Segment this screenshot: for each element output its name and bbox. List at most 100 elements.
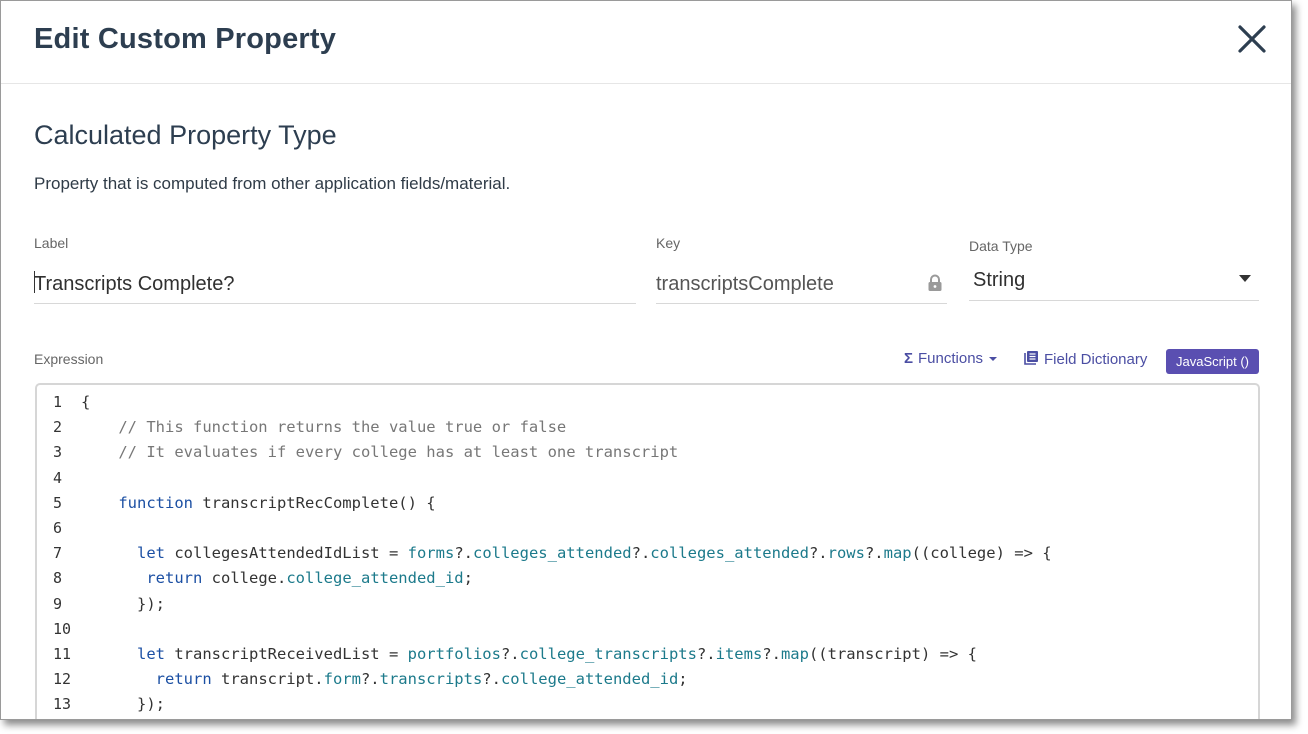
line-number: 5 <box>53 493 63 512</box>
code-token: return <box>81 670 212 689</box>
data-type-value: String <box>973 269 1026 291</box>
lock-icon <box>927 274 943 292</box>
code-token: portfolios <box>407 645 501 663</box>
code-text: return college.college_attended_id; <box>81 569 473 587</box>
code-text: // This function returns the value true … <box>81 418 566 436</box>
code-text: let collegesAttendedIdList = forms?.coll… <box>81 544 1052 562</box>
code-line: 10 <box>37 620 1258 645</box>
code-token: form <box>323 670 361 689</box>
code-token: college_attended_id <box>500 670 679 689</box>
javascript-language-button[interactable]: JavaScript () <box>1166 349 1259 374</box>
expression-label: Expression <box>34 351 104 367</box>
data-type-field-label: Data Type <box>969 238 1033 254</box>
code-token: colleges_attended <box>650 544 809 563</box>
code-token: // It evaluates if every college has at … <box>81 443 679 462</box>
code-line: 5 function transcriptRecComplete() { <box>37 494 1258 519</box>
code-text: }); <box>81 595 165 613</box>
code-token: ?. <box>500 645 520 663</box>
code-token: ?. <box>454 544 473 563</box>
code-token: college. <box>202 569 287 588</box>
code-line: 2 // This function returns the value tru… <box>37 418 1258 443</box>
code-line: 9 }); <box>37 595 1258 620</box>
field-dictionary-button[interactable]: Field Dictionary <box>1024 350 1147 369</box>
code-token: ((college) => { <box>911 544 1052 563</box>
line-number: 9 <box>53 594 63 613</box>
code-token: transcript. <box>211 670 324 689</box>
code-token: collegesAttendedIdList = <box>165 544 408 563</box>
code-line: 1{ <box>37 393 1258 418</box>
code-token: ((transcript) => { <box>808 645 977 663</box>
field-dictionary-label: Field Dictionary <box>1044 351 1148 368</box>
code-text: }); <box>81 695 165 713</box>
code-token: ; <box>463 569 473 588</box>
code-token: ?. <box>864 544 884 563</box>
key-input-value: transcriptsComplete <box>656 273 834 295</box>
code-token: ?. <box>696 645 716 663</box>
code-text: { <box>81 393 90 411</box>
code-token: college_attended_id <box>286 569 464 588</box>
code-text: let transcriptReceivedList = portfolios?… <box>81 645 977 663</box>
code-token: // This function returns the value true … <box>81 418 567 437</box>
code-token: ; <box>678 670 688 689</box>
line-number: 12 <box>53 670 72 689</box>
label-field-label: Label <box>34 235 69 251</box>
line-number: 8 <box>53 569 63 588</box>
sigma-icon: Σ <box>904 350 914 367</box>
line-number: 2 <box>53 418 63 437</box>
code-text: // It evaluates if every college has at … <box>81 443 678 461</box>
line-number: 1 <box>53 393 63 411</box>
code-text: return transcript.form?.transcripts?.col… <box>81 670 688 688</box>
key-field-label: Key <box>656 235 681 251</box>
caret-down-icon <box>988 350 998 367</box>
dialog-header: Edit Custom Property <box>1 1 1291 84</box>
code-token: forms <box>407 544 455 563</box>
code-token: ?. <box>631 544 651 563</box>
code-line: 6 <box>37 519 1258 544</box>
code-line: 4 <box>37 469 1258 494</box>
code-token: let <box>81 645 165 663</box>
code-token: colleges_attended <box>472 544 632 563</box>
key-input: transcriptsComplete <box>656 264 947 304</box>
code-token: map <box>780 645 809 663</box>
code-token: ?. <box>808 544 828 563</box>
code-token: ?. <box>482 670 501 689</box>
book-icon <box>1024 350 1039 369</box>
code-token: ?. <box>762 645 781 663</box>
code-line: 8 return college.college_attended_id; <box>37 569 1258 594</box>
code-line: 3 // It evaluates if every college has a… <box>37 443 1258 468</box>
dropdown-arrow-icon <box>1239 275 1251 282</box>
functions-menu[interactable]: Σ Functions <box>904 350 998 367</box>
code-token: transcripts <box>379 670 483 689</box>
code-token: transcriptRecComplete() { <box>192 493 436 512</box>
code-token: function <box>81 493 193 512</box>
code-token: let <box>81 544 165 563</box>
code-line: 7 let collegesAttendedIdList = forms?.co… <box>37 544 1258 569</box>
code-token: map <box>883 544 912 563</box>
data-type-select[interactable]: String <box>969 261 1259 301</box>
code-token: }); <box>81 695 165 714</box>
section-description: Property that is computed from other app… <box>34 174 511 193</box>
line-number: 4 <box>53 468 63 487</box>
code-token: return <box>81 569 203 588</box>
line-number: 11 <box>53 645 72 663</box>
code-token: }); <box>81 594 165 613</box>
code-line: 11 let transcriptReceivedList = portfoli… <box>37 645 1258 670</box>
code-line: 13 }); <box>37 695 1258 719</box>
line-number: 3 <box>53 443 63 462</box>
label-input[interactable]: Transcripts Complete? <box>34 264 636 304</box>
code-token: college_transcripts <box>519 645 697 663</box>
edit-custom-property-dialog: Edit Custom Property Calculated Property… <box>0 0 1292 720</box>
section-title: Calculated Property Type <box>34 120 337 150</box>
line-number: 7 <box>53 544 63 563</box>
code-token: transcriptReceivedList = <box>165 645 408 663</box>
code-line: 12 return transcript.form?.transcripts?.… <box>37 670 1258 695</box>
close-icon[interactable] <box>1237 24 1267 54</box>
line-number: 13 <box>53 695 72 714</box>
code-token: items <box>715 645 763 663</box>
code-token: rows <box>827 544 865 563</box>
label-input-value: Transcripts Complete? <box>34 273 235 295</box>
code-token: { <box>81 393 91 411</box>
code-editor[interactable]: 1{2 // This function returns the value t… <box>35 383 1260 719</box>
line-number: 10 <box>53 619 72 638</box>
functions-label: Functions <box>918 350 984 367</box>
